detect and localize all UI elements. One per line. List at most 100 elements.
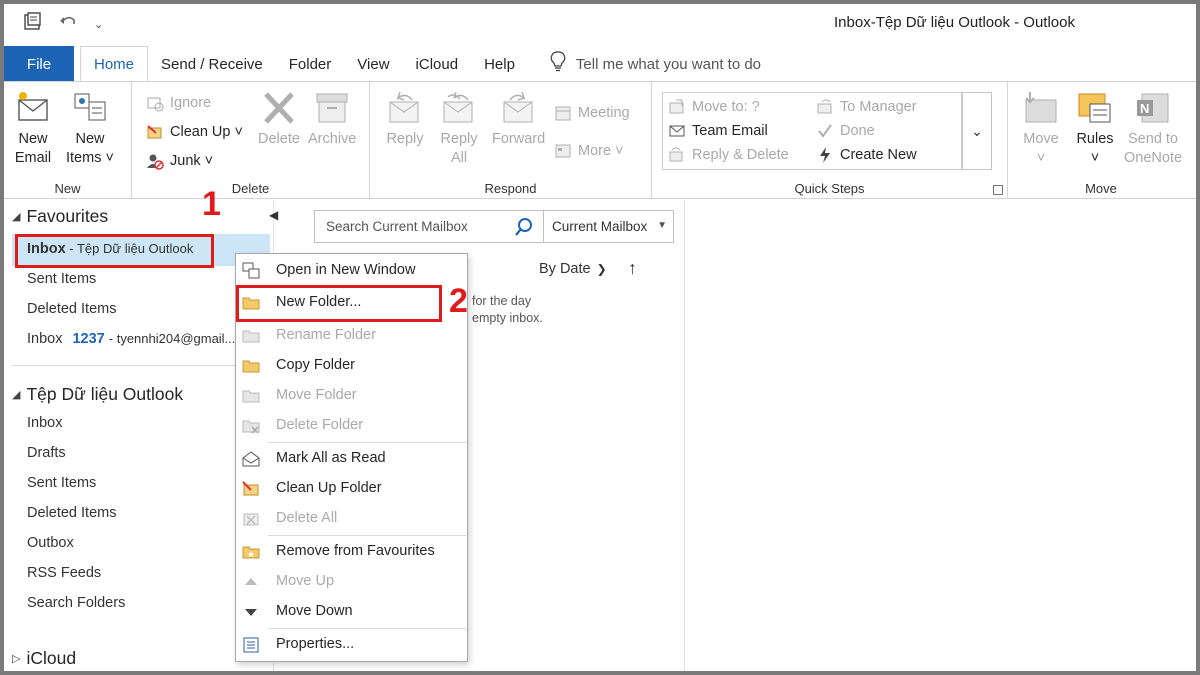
annotation-number-2: 2 [449,282,468,320]
ignore-button[interactable]: Ignore [146,94,211,112]
menu-mark-all-read[interactable]: Mark All as Read [236,445,467,473]
clean-up-button[interactable]: Clean Up ˅ [146,123,243,141]
data-file-header[interactable]: ◢ Tệp Dữ liệu Outlook [12,384,183,405]
dropdown-arrow-icon: ▼ [657,220,667,231]
folder-search-folders[interactable]: Search Folders [27,595,125,611]
menu-remove-from-favourites[interactable]: Remove from Favourites [236,538,467,566]
tab-icloud[interactable]: iCloud [403,46,472,82]
more-respond-button[interactable]: More ˅ [554,142,624,160]
fav-inbox-gmail[interactable]: Inbox 1237- tyennhi204@gmail... [27,331,235,347]
archive-button[interactable]: Archive [308,90,356,149]
icloud-header[interactable]: ▷ iCloud [12,648,76,669]
delete-folder-icon [242,420,260,434]
menu-divider [268,442,466,443]
junk-icon [147,154,164,170]
qs-create-new[interactable]: Create New [816,146,917,164]
expanded-triangle-icon: ◢ [12,211,21,223]
folder-deleted-items[interactable]: Deleted Items [27,505,116,521]
empty-message-line1: for the day [472,294,532,308]
menu-rename-folder[interactable]: Rename Folder [236,322,467,350]
collapse-pane-icon[interactable]: ◀ [269,208,278,222]
ribbon-tabs: File Home Send / Receive Folder View iCl… [4,46,1196,82]
group-respond-label: Respond [484,181,537,196]
fav-deleted-items[interactable]: Deleted Items [27,301,116,317]
folder-inbox[interactable]: Inbox [27,415,62,431]
sort-direction-icon[interactable]: ↑ [628,258,637,279]
fav-sent-items[interactable]: Sent Items [27,271,96,287]
send-receive-all-icon[interactable] [22,12,42,37]
menu-open-new-window[interactable]: Open in New Window [236,257,467,285]
reply-delete-icon [669,147,683,162]
folder-drafts[interactable]: Drafts [27,445,66,461]
rules-button[interactable]: Rules ˅ [1076,90,1114,168]
junk-button[interactable]: Junk ˅ [146,152,213,170]
undo-icon[interactable] [58,12,78,37]
dialog-launcher-icon[interactable] [993,185,1003,195]
menu-copy-folder[interactable]: Copy Folder [236,352,467,380]
outlook-window: ⌄ Inbox-Tệp Dữ liệu Outlook - Outlook Fi… [0,0,1200,675]
group-respond: Reply Reply All Forward Meeting More ˅ R… [370,82,652,198]
search-scope-dropdown[interactable]: Current Mailbox ▼ [544,210,674,243]
customize-qat-icon[interactable]: ⌄ [94,18,103,31]
menu-clean-up-folder[interactable]: Clean Up Folder [236,475,467,503]
search-icon[interactable] [513,216,535,238]
menu-move-down[interactable]: Move Down [236,598,467,626]
group-move-label: Move [1085,181,1117,196]
unread-count: 1237 [72,331,105,347]
expanded-triangle-icon: ◢ [12,389,21,401]
menu-move-folder[interactable]: Move Folder [236,382,467,410]
search-input[interactable]: Search Current Mailbox [314,210,544,243]
tab-file[interactable]: File [4,46,74,82]
group-quick-steps: Move to: ? Team Email Reply & Delete To … [652,82,1008,198]
meeting-icon [555,106,571,121]
rename-folder-icon [242,330,260,343]
clean-up-icon [147,125,162,139]
more-icon [555,144,571,158]
menu-delete-all[interactable]: Delete All [236,505,467,533]
folder-sent-items[interactable]: Sent Items [27,475,96,491]
favourites-header[interactable]: ◢ Favourites [12,206,108,227]
move-button[interactable]: Move ˅ [1022,90,1060,168]
menu-move-up[interactable]: Move Up [236,568,467,596]
new-email-button[interactable]: New Email [14,90,52,168]
folder-rss-feeds[interactable]: RSS Feeds [27,565,101,581]
annotation-number-1: 1 [202,185,221,223]
tab-view[interactable]: View [344,46,402,82]
open-envelope-icon [242,451,260,467]
group-move: Move ˅ Rules ˅ N Send to OneNote Move [1008,82,1194,198]
triangle-up-icon [245,578,257,585]
title-bar: ⌄ Inbox-Tệp Dữ liệu Outlook - Outlook [4,4,1196,46]
forward-icon [503,91,533,123]
reply-all-button[interactable]: Reply All [440,90,478,168]
tab-folder[interactable]: Folder [276,46,345,82]
group-new: New Email New Items ˅ New [4,82,132,198]
forward-button[interactable]: Forward [492,90,545,149]
qs-reply-delete[interactable]: Reply & Delete [668,146,789,164]
qs-move-to[interactable]: Move to: ? [668,98,760,116]
menu-delete-folder[interactable]: Delete Folder [236,412,467,440]
annotation-box-1 [15,234,214,268]
tab-send-receive[interactable]: Send / Receive [148,46,276,82]
folder-outbox[interactable]: Outbox [27,535,74,551]
qs-to-manager[interactable]: To Manager [816,98,917,116]
checkmark-icon [818,124,832,138]
menu-properties[interactable]: Properties... [236,631,467,659]
send-to-onenote-button[interactable]: N Send to OneNote [1124,90,1182,168]
group-new-label: New [54,181,81,196]
tab-help[interactable]: Help [471,46,528,82]
sort-by-button[interactable]: By Date ❯ [539,261,607,277]
tell-me-box[interactable]: Tell me what you want to do [550,46,761,82]
new-items-button[interactable]: New Items ˅ [66,90,114,168]
tab-home[interactable]: Home [80,46,149,82]
reply-button[interactable]: Reply [386,90,424,149]
move-folder-icon [242,390,260,403]
svg-text:N: N [1140,101,1149,116]
quick-steps-expand-button[interactable]: ⌄ [962,92,992,170]
menu-divider [268,628,466,629]
properties-icon [243,637,259,653]
delete-button[interactable]: Delete [258,90,300,149]
meeting-button[interactable]: Meeting [554,104,630,122]
qs-done[interactable]: Done [816,122,875,140]
move-to-icon [669,99,684,114]
qs-team-email[interactable]: Team Email [668,122,768,140]
